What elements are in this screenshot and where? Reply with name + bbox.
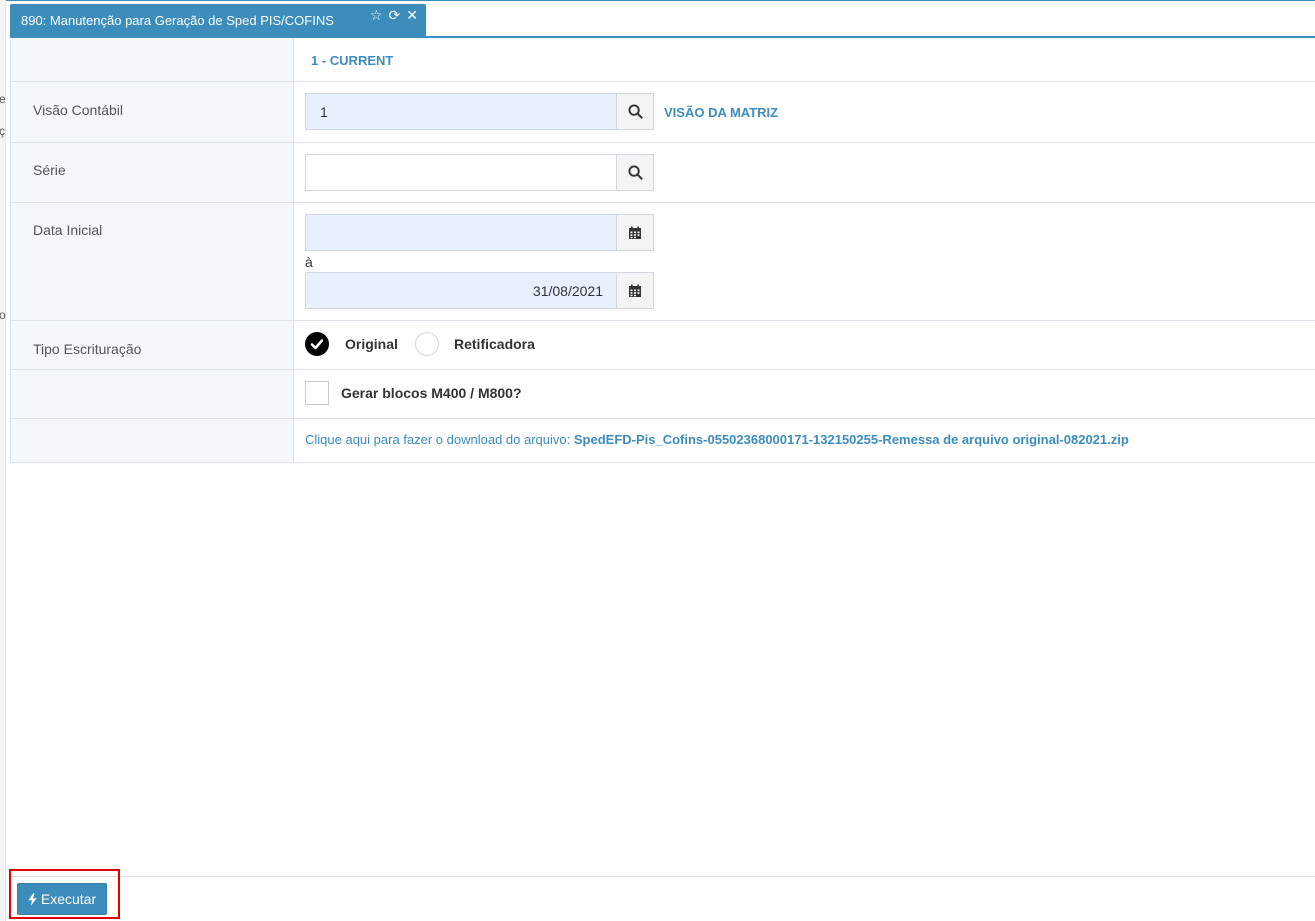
search-icon xyxy=(627,165,643,180)
download-prefix: Clique aqui para fazer o download do arq… xyxy=(305,432,571,447)
radio-original-label[interactable]: Original xyxy=(345,336,398,352)
radio-retificadora-label[interactable]: Retificadora xyxy=(454,336,535,352)
radio-retificadora[interactable] xyxy=(415,332,439,356)
form-row-tipo-escrituracao: Tipo Escrituração Original Retificadora xyxy=(11,321,1315,370)
calendar-icon xyxy=(629,226,641,239)
form-row-data-inicial: Data Inicial à xyxy=(11,203,1315,321)
form-row-gerar-blocos: Gerar blocos M400 / M800? xyxy=(11,370,1315,419)
lightning-icon xyxy=(28,892,37,906)
visao-matriz-link[interactable]: VISÃO DA MATRIZ xyxy=(664,105,778,120)
serie-search-button[interactable] xyxy=(616,155,653,190)
left-edge-char: o xyxy=(0,308,6,322)
data-inicial-from-group xyxy=(305,214,654,251)
serie-input-group xyxy=(305,154,654,191)
search-icon xyxy=(627,104,643,119)
radio-original[interactable] xyxy=(305,332,329,356)
left-edge-char: ç xyxy=(0,124,5,138)
data-inicial-to-calendar-button[interactable] xyxy=(616,273,653,308)
data-inicial-from-calendar-button[interactable] xyxy=(616,215,653,250)
label-cell-empty xyxy=(11,370,294,418)
form-row-visao-contabil: Visão Contábil VISÃO DA MATRIZ xyxy=(11,82,1315,143)
data-inicial-from-input[interactable] xyxy=(306,215,616,250)
label-cell-empty xyxy=(11,419,294,462)
data-inicial-to-group xyxy=(305,272,654,309)
data-inicial-to-input[interactable] xyxy=(306,273,616,308)
execute-button[interactable]: Executar xyxy=(17,883,107,915)
serie-input[interactable] xyxy=(306,155,616,190)
date-range-separator: à xyxy=(305,254,313,270)
download-line: Clique aqui para fazer o download do arq… xyxy=(305,432,1129,447)
download-file-link[interactable]: SpedEFD-Pis_Cofins-05502368000171-132150… xyxy=(574,432,1129,447)
form-row-serie: Série xyxy=(11,143,1315,203)
execute-button-label: Executar xyxy=(40,891,97,907)
visao-contabil-search-button[interactable] xyxy=(616,94,653,129)
tab-sped-pis-cofins[interactable]: 890: Manutenção para Geração de Sped PIS… xyxy=(10,4,426,37)
top-border xyxy=(0,0,1315,1)
tipo-escrituracao-label: Tipo Escrituração xyxy=(11,321,294,369)
footer-divider xyxy=(10,876,1315,877)
star-icon[interactable]: ☆ xyxy=(370,6,383,24)
calendar-icon xyxy=(629,284,641,297)
visao-contabil-label: Visão Contábil xyxy=(11,82,294,142)
current-label: 1 - CURRENT xyxy=(311,53,394,68)
check-icon xyxy=(310,339,324,350)
tab-title: 890: Manutenção para Geração de Sped PIS… xyxy=(21,13,334,28)
gerar-blocos-label[interactable]: Gerar blocos M400 / M800? xyxy=(341,385,522,401)
visao-contabil-input[interactable] xyxy=(306,94,616,129)
serie-label: Série xyxy=(11,143,294,202)
form-row-download: Clique aqui para fazer o download do arq… xyxy=(11,419,1315,463)
left-edge-char: e xyxy=(0,92,6,106)
close-icon[interactable]: ✕ xyxy=(406,6,418,24)
refresh-icon[interactable]: ⟳ xyxy=(389,6,401,24)
data-inicial-label: Data Inicial xyxy=(11,203,294,320)
left-panel-edge: e ç o xyxy=(0,0,6,921)
form-row-header: 1 - CURRENT xyxy=(11,38,1315,82)
gerar-blocos-checkbox[interactable] xyxy=(305,381,329,405)
label-cell-empty xyxy=(11,38,294,81)
visao-contabil-input-group xyxy=(305,93,654,130)
form-table: 1 - CURRENT Visão Contábil VISÃO DA MATR… xyxy=(10,38,1315,463)
